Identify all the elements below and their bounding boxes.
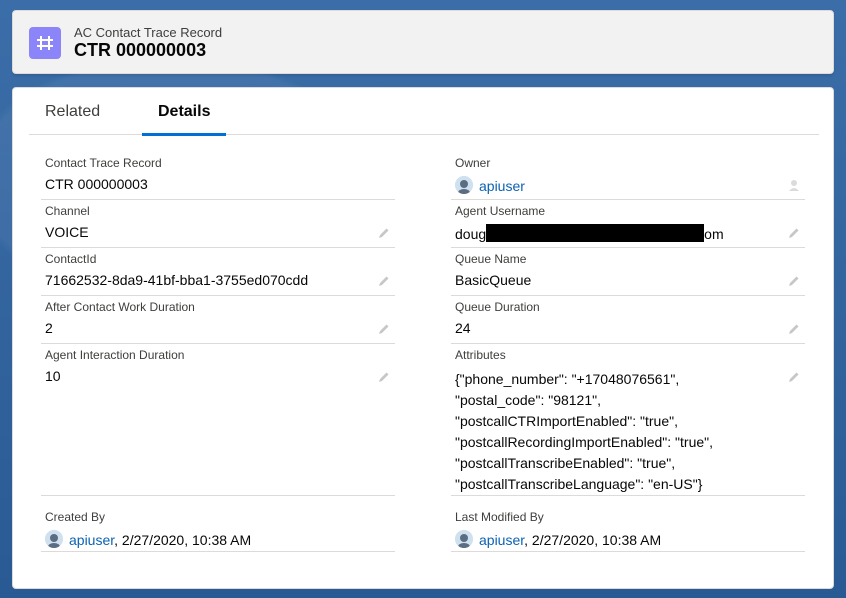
field-label: Agent Username (455, 204, 546, 218)
change-owner-icon[interactable] (787, 178, 801, 192)
field-value: VOICE (45, 224, 89, 240)
avatar (455, 530, 473, 548)
field-value: {"phone_number": "+17048076561", "postal… (455, 369, 713, 495)
field-agent-interaction-duration: Agent Interaction Duration 10 (41, 344, 395, 496)
field-contact-trace-record: Contact Trace Record CTR 000000003 (41, 152, 395, 200)
field-contact-id: ContactId 71662532-8da9-41bf-bba1-3755ed… (41, 248, 395, 296)
attribute-line: "postcallTranscribeLanguage": "en-US"} (455, 476, 703, 492)
attribute-line: "postal_code": "98121", (455, 392, 601, 408)
field-label: Last Modified By (455, 510, 544, 524)
modified-date: , 2/27/2020, 10:38 AM (524, 532, 662, 548)
field-value: apiuser, 2/27/2020, 10:38 AM (455, 530, 661, 548)
field-attributes: Attributes {"phone_number": "+1704807656… (451, 344, 805, 496)
avatar (455, 176, 473, 194)
field-acw-duration: After Contact Work Duration 2 (41, 296, 395, 344)
field-value: CTR 000000003 (45, 176, 148, 192)
created-by-user-link[interactable]: apiuser (69, 532, 114, 548)
field-value: apiuser, 2/27/2020, 10:38 AM (45, 530, 251, 548)
field-channel: Channel VOICE (41, 200, 395, 248)
tab-related[interactable]: Related (45, 88, 100, 135)
field-label: Queue Name (455, 252, 527, 266)
pencil-icon[interactable] (787, 370, 801, 384)
pencil-icon[interactable] (787, 226, 801, 240)
created-date: , 2/27/2020, 10:38 AM (114, 532, 252, 548)
field-last-modified-by: Last Modified By apiuser, 2/27/2020, 10:… (451, 506, 805, 552)
pencil-icon[interactable] (377, 322, 391, 336)
field-value: doug om (455, 224, 724, 242)
owner-link[interactable]: apiuser (479, 178, 525, 194)
field-agent-username: Agent Username doug om (451, 200, 805, 248)
tab-bar: Related Details (29, 88, 819, 136)
field-label: Channel (45, 204, 90, 218)
record-header: AC Contact Trace Record CTR 000000003 (12, 10, 834, 74)
tab-details[interactable]: Details (141, 88, 228, 136)
record-detail-card: Related Details Contact Trace Record CTR… (12, 87, 834, 589)
redaction-bar (486, 224, 705, 242)
field-owner: Owner apiuser (451, 152, 805, 200)
pencil-icon[interactable] (787, 322, 801, 336)
field-label: Agent Interaction Duration (45, 348, 185, 362)
field-queue-name: Queue Name BasicQueue (451, 248, 805, 296)
attribute-line: "postcallTranscribeEnabled": "true", (455, 455, 676, 471)
field-label: Contact Trace Record (45, 156, 162, 170)
field-label: Attributes (455, 348, 506, 362)
username-start: doug (455, 226, 487, 242)
field-label: After Contact Work Duration (45, 300, 195, 314)
field-queue-duration: Queue Duration 24 (451, 296, 805, 344)
field-label: ContactId (45, 252, 97, 266)
field-created-by: Created By apiuser, 2/27/2020, 10:38 AM (41, 506, 395, 552)
attribute-line: "postcallRecordingImportEnabled": "true"… (455, 434, 714, 450)
ctr-object-icon (29, 27, 61, 59)
field-value: 71662532-8da9-41bf-bba1-3755ed070cdd (45, 272, 309, 288)
pencil-icon[interactable] (377, 370, 391, 384)
pencil-icon[interactable] (787, 274, 801, 288)
field-value: BasicQueue (455, 272, 532, 288)
object-type-label: AC Contact Trace Record (74, 25, 223, 40)
modified-by-user-link[interactable]: apiuser (479, 532, 524, 548)
field-value: 10 (45, 368, 61, 384)
avatar (45, 530, 63, 548)
field-value: 24 (455, 320, 471, 336)
username-end: om (704, 226, 724, 242)
record-title: CTR 000000003 (74, 40, 207, 60)
attribute-line: "postcallCTRImportEnabled": "true", (455, 413, 678, 429)
field-label: Owner (455, 156, 491, 170)
field-value: 2 (45, 320, 53, 336)
pencil-icon[interactable] (377, 274, 391, 288)
field-label: Queue Duration (455, 300, 540, 314)
field-value: apiuser (455, 176, 525, 194)
field-label: Created By (45, 510, 106, 524)
pencil-icon[interactable] (377, 226, 391, 240)
attribute-line: {"phone_number": "+17048076561", (455, 371, 680, 387)
